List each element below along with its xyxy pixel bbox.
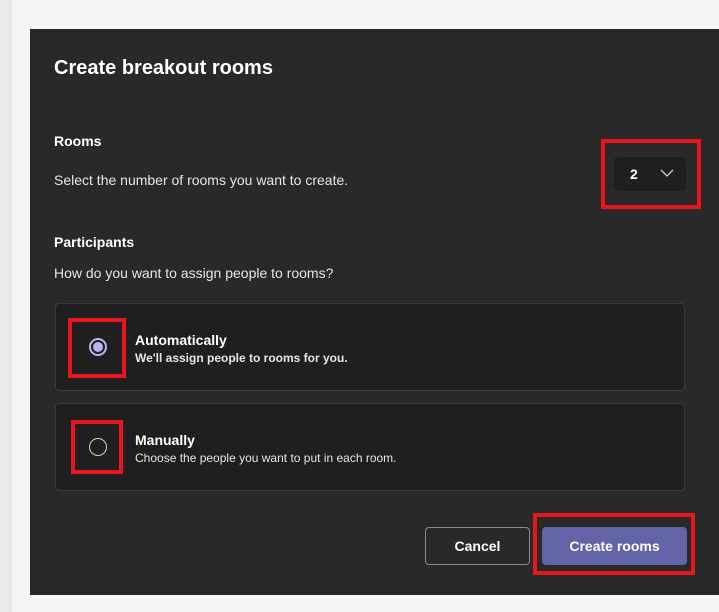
rooms-description: Select the number of rooms you want to c… xyxy=(54,172,349,188)
cancel-button[interactable]: Cancel xyxy=(425,527,530,565)
create-rooms-button[interactable]: Create rooms xyxy=(542,527,687,565)
create-breakout-rooms-dialog: Create breakout rooms Rooms Select the n… xyxy=(30,29,719,595)
option-manually-subtitle: Choose the people you want to put in eac… xyxy=(135,451,397,465)
option-manually-title: Manually xyxy=(135,432,195,448)
participants-description: How do you want to assign people to room… xyxy=(54,265,334,281)
radio-manually[interactable] xyxy=(89,438,107,456)
window-edge xyxy=(0,0,12,612)
radio-selected-dot xyxy=(93,342,103,352)
rooms-count-dropdown[interactable]: 2 xyxy=(614,157,686,191)
option-automatically-subtitle: We'll assign people to rooms for you. xyxy=(135,351,348,365)
rooms-label: Rooms xyxy=(54,133,102,149)
radio-automatically[interactable] xyxy=(89,338,107,356)
dialog-title: Create breakout rooms xyxy=(54,57,273,79)
participants-label: Participants xyxy=(54,234,135,250)
option-manually[interactable]: Manually Choose the people you want to p… xyxy=(55,403,685,491)
option-automatically[interactable]: Automatically We'll assign people to roo… xyxy=(55,303,685,391)
option-automatically-title: Automatically xyxy=(135,332,227,348)
rooms-count-value: 2 xyxy=(630,166,638,182)
chevron-down-icon xyxy=(660,169,674,177)
